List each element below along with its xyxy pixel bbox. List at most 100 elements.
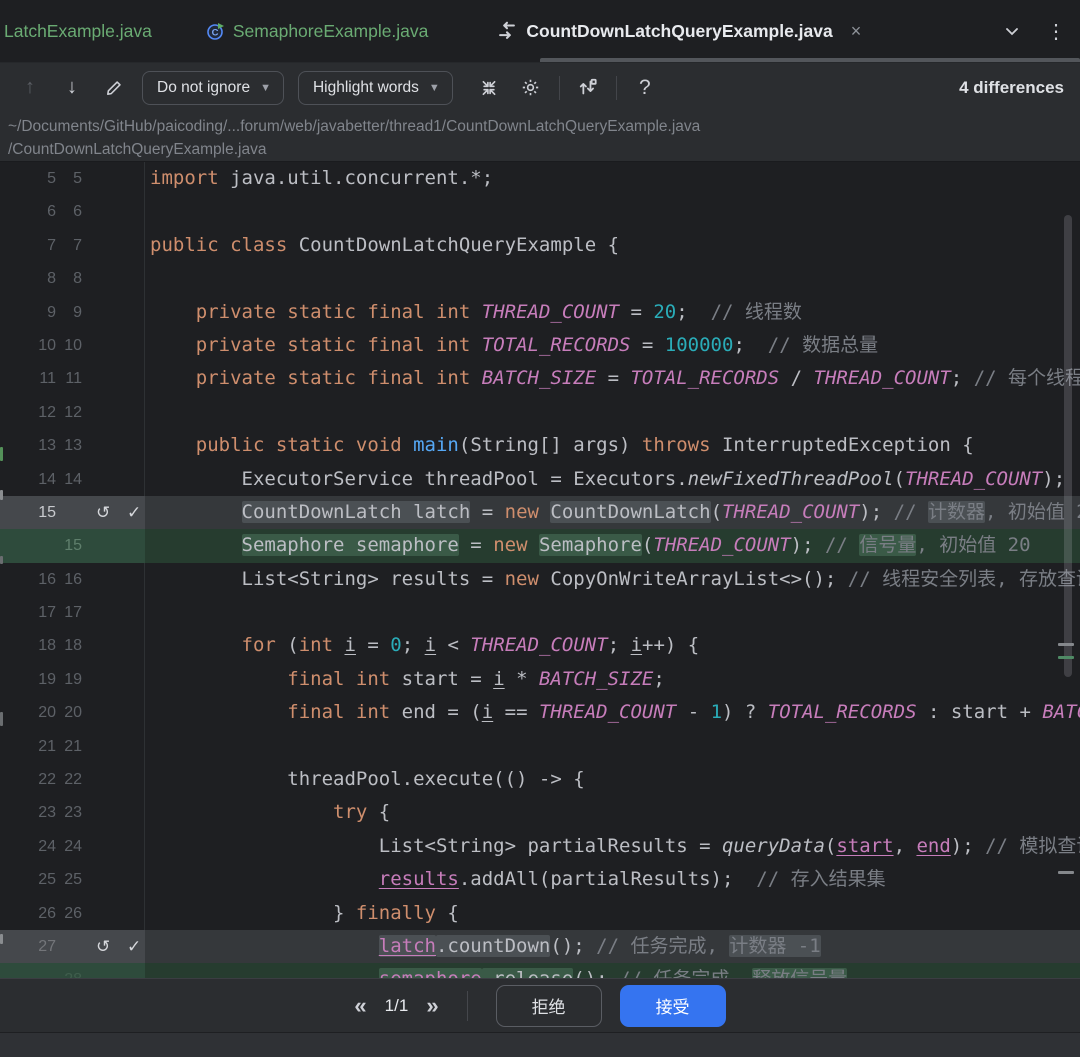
highlight-mode-dropdown[interactable]: Highlight words ▼ [298, 71, 453, 105]
line-number-right: 22 [42, 763, 82, 796]
code-line: 2020 final int end = (i == THREAD_COUNT … [0, 696, 1080, 729]
tab-label: SemaphoreExample.java [233, 21, 429, 42]
gutter: 99 [0, 296, 145, 329]
java-class-icon: C [206, 22, 225, 41]
code-text [145, 195, 1080, 228]
help-icon[interactable]: ? [631, 74, 659, 102]
code-line: 1616 List<String> results = new CopyOnWr… [0, 563, 1080, 596]
kebab-menu-icon[interactable]: ⋮ [1046, 19, 1066, 44]
diff-icon [496, 20, 518, 42]
tab-latch-example[interactable]: LatchExample.java [0, 0, 152, 62]
tab-countdownlatch-query-example[interactable]: CountDownLatchQueryExample.java × [496, 0, 861, 62]
tab-label: LatchExample.java [4, 21, 152, 42]
toolbar-divider [616, 76, 617, 100]
settings-gear-icon[interactable] [517, 74, 545, 102]
code-text: CountDownLatch latch = new CountDownLatc… [145, 496, 1080, 529]
code-line: 2525 results.addAll(partialResults); // … [0, 863, 1080, 896]
gutter: 66 [0, 195, 145, 228]
code-text: } finally { [145, 897, 1080, 930]
code-line: 15 Semaphore semaphore = new Semaphore(T… [0, 529, 1080, 562]
line-number-right: 26 [42, 897, 82, 930]
svg-text:C: C [211, 27, 218, 38]
scrollbar-mark [1058, 656, 1074, 659]
diff-viewer-window: LatchExample.java C SemaphoreExample.jav… [0, 0, 1080, 1057]
code-text: final int start = i * BATCH_SIZE; [145, 663, 1080, 696]
file-path-breadcrumb: ~/Documents/GitHub/paicoding/...forum/we… [0, 112, 1080, 162]
code-line: 66 [0, 195, 1080, 228]
code-text: ExecutorService threadPool = Executors.n… [145, 463, 1080, 496]
collapse-unchanged-icon[interactable] [475, 74, 503, 102]
code-text: semaphore.release(); // 任务完成, 释放信号量 [145, 963, 1080, 978]
line-number-left: 15 [16, 496, 56, 529]
line-number-right: 21 [42, 730, 82, 763]
code-text: private static final int THREAD_COUNT = … [145, 296, 1080, 329]
code-rows: 55import java.util.concurrent.*;6677publ… [0, 162, 1080, 978]
gutter: 1717 [0, 596, 145, 629]
code-text: import java.util.concurrent.*; [145, 162, 1080, 195]
line-number-right: 14 [42, 463, 82, 496]
code-line: 28 semaphore.release(); // 任务完成, 释放信号量 [0, 963, 1080, 978]
code-text: threadPool.execute(() -> { [145, 763, 1080, 796]
scrollbar-mark [1058, 871, 1074, 874]
gutter: 15 ↺ ✓ [0, 496, 145, 529]
accept-button[interactable]: 接受 [620, 985, 726, 1027]
revert-check-icons[interactable]: ↺ ✓ [96, 496, 147, 529]
revert-check-icons[interactable]: ↺ ✓ [96, 930, 147, 963]
line-number-right: 8 [42, 262, 82, 295]
code-line: 1717 [0, 596, 1080, 629]
change-stripe-mark [0, 490, 3, 500]
code-text: public class CountDownLatchQueryExample … [145, 229, 1080, 262]
diff-toolbar: ↑ ↓ Do not ignore ▼ Highlight words ▼ [0, 62, 1080, 112]
previous-change-button[interactable]: « [354, 993, 366, 1019]
code-text: for (int i = 0; i < THREAD_COUNT; i++) { [145, 629, 1080, 662]
code-text: Semaphore semaphore = new Semaphore(THRE… [145, 529, 1080, 562]
code-line: 27↺ ✓ latch.countDown(); // 任务完成, 计数器 -1 [0, 930, 1080, 963]
code-text [145, 730, 1080, 763]
gutter: 1010 [0, 329, 145, 362]
difference-count: 4 differences [959, 78, 1064, 98]
code-line: 1919 final int start = i * BATCH_SIZE; [0, 663, 1080, 696]
code-line: 1010 private static final int TOTAL_RECO… [0, 329, 1080, 362]
gutter: 77 [0, 229, 145, 262]
tab-label: CountDownLatchQueryExample.java [526, 21, 832, 42]
diff-editor[interactable]: 55import java.util.concurrent.*;6677publ… [0, 162, 1080, 978]
previous-difference-icon[interactable]: ↑ [16, 74, 44, 102]
line-number-right: 28 [42, 963, 82, 978]
line-number-right: 12 [42, 396, 82, 429]
code-text: latch.countDown(); // 任务完成, 计数器 -1 [145, 930, 1080, 963]
gutter: 1818 [0, 629, 145, 662]
line-number-right: 10 [42, 329, 82, 362]
vertical-scrollbar[interactable] [1064, 215, 1072, 677]
code-text: List<String> results = new CopyOnWriteAr… [145, 563, 1080, 596]
gutter: 2525 [0, 863, 145, 896]
next-difference-icon[interactable]: ↓ [58, 74, 86, 102]
ignore-policy-dropdown[interactable]: Do not ignore ▼ [142, 71, 284, 105]
code-line: 2222 threadPool.execute(() -> { [0, 763, 1080, 796]
line-number-right: 17 [42, 596, 82, 629]
swap-sides-icon[interactable] [574, 74, 602, 102]
line-number-right: 6 [42, 195, 82, 228]
line-number-right: 24 [42, 830, 82, 863]
next-change-button[interactable]: » [426, 993, 438, 1019]
tab-semaphore-example[interactable]: C SemaphoreExample.java [206, 0, 429, 62]
line-number-right: 15 [42, 529, 82, 562]
line-number-right: 23 [42, 796, 82, 829]
code-text: private static final int BATCH_SIZE = TO… [145, 362, 1080, 395]
code-text: List<String> partialResults = queryData(… [145, 830, 1080, 863]
code-line: 1818 for (int i = 0; i < THREAD_COUNT; i… [0, 629, 1080, 662]
scrollbar-mark [1058, 643, 1074, 646]
close-tab-icon[interactable]: × [851, 21, 862, 42]
code-text [145, 596, 1080, 629]
change-stripe-mark [0, 447, 3, 461]
chevron-down-icon[interactable] [1004, 23, 1020, 39]
diff-action-bar: « 1/1 » 拒绝 接受 [0, 978, 1080, 1032]
line-number-right: 25 [42, 863, 82, 896]
breadcrumb-line-1: ~/Documents/GitHub/paicoding/...forum/we… [8, 115, 1070, 138]
gutter: 1616 [0, 563, 145, 596]
code-text: private static final int TOTAL_RECORDS =… [145, 329, 1080, 362]
gutter: 1313 [0, 429, 145, 462]
reject-button[interactable]: 拒绝 [496, 985, 602, 1027]
line-number-right: 19 [42, 663, 82, 696]
code-line: 2121 [0, 730, 1080, 763]
edit-pencil-icon[interactable] [100, 74, 128, 102]
